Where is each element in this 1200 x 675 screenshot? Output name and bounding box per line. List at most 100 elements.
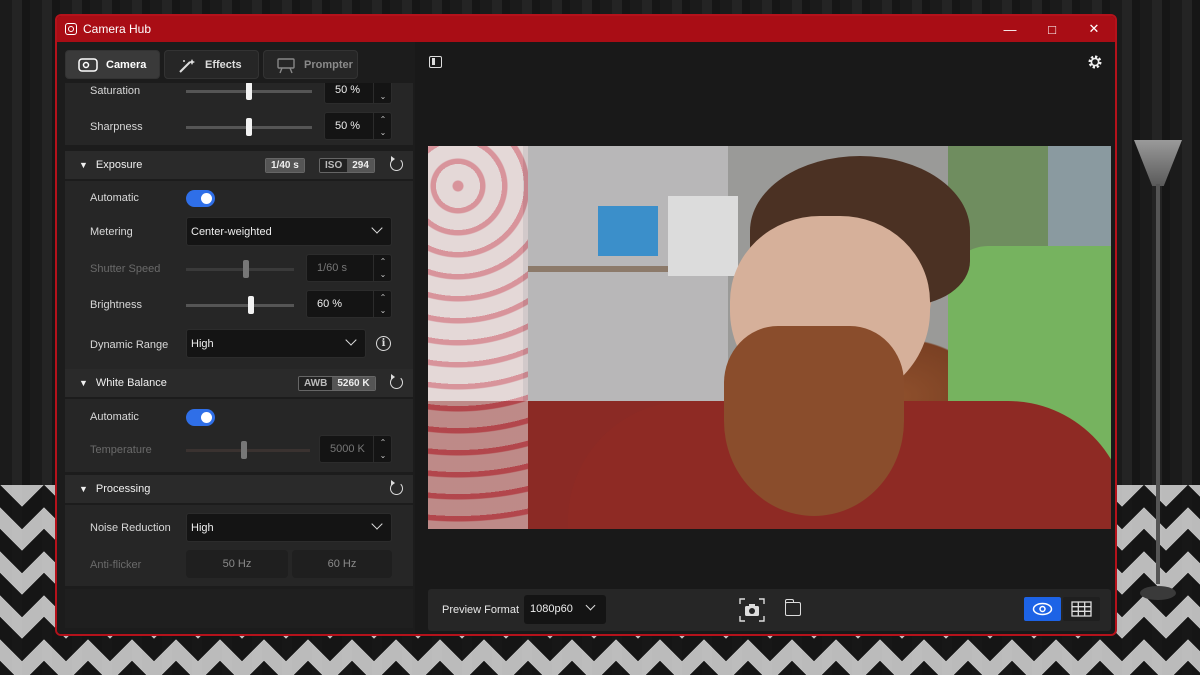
saturation-value: 50 %: [335, 84, 361, 96]
preview-toolbar: Preview Format 1080p60: [428, 589, 1111, 631]
shutter-speed-slider[interactable]: [186, 268, 294, 271]
tab-camera-label: Camera: [106, 58, 147, 71]
sharpness-slider-thumb[interactable]: [246, 118, 252, 136]
panel-footer-spacer: [65, 589, 413, 628]
shutter-speed-label: Shutter Speed: [90, 263, 161, 275]
processing-section-header[interactable]: ▼ Processing: [65, 475, 413, 503]
exposure-reset-icon[interactable]: [390, 156, 403, 171]
metering-row: Metering Center-weighted: [65, 215, 413, 246]
close-button[interactable]: ✕: [1073, 16, 1115, 42]
noise-reduction-select[interactable]: High: [186, 513, 392, 542]
gear-icon[interactable]: [1087, 54, 1103, 70]
snapshot-camera-icon[interactable]: [739, 598, 765, 622]
chevron-down-icon[interactable]: ⌄: [374, 449, 392, 462]
chevron-down-icon: [371, 518, 383, 530]
collapse-panel-icon[interactable]: [429, 56, 442, 68]
minimize-button[interactable]: —: [989, 16, 1031, 42]
shutter-speed-input[interactable]: 1/60 s ⌃ ⌄: [306, 254, 392, 282]
anti-flicker-row: Anti-flicker 50 Hz 60 Hz: [65, 550, 413, 580]
saturation-row: Saturation 50 % ⌃ ⌄: [65, 83, 413, 106]
tab-effects[interactable]: Effects: [164, 50, 259, 79]
chevron-down-icon: [345, 334, 357, 346]
collapse-triangle-icon: ▼: [79, 484, 88, 494]
preview-format-value: 1080p60: [530, 603, 573, 615]
chevron-down-icon[interactable]: ⌄: [374, 304, 392, 317]
metering-label: Metering: [90, 226, 133, 238]
brightness-slider[interactable]: [186, 304, 294, 307]
sharpness-row: Sharpness 50 % ⌃ ⌄: [65, 112, 413, 142]
dynamic-range-value: High: [191, 338, 214, 350]
eye-icon: [1032, 602, 1053, 616]
iso-badge: ISO 294: [319, 158, 375, 173]
dynamic-range-label: Dynamic Range: [90, 339, 169, 351]
saturation-slider-thumb[interactable]: [246, 83, 252, 100]
folder-icon[interactable]: [784, 599, 801, 616]
saturation-input[interactable]: 50 % ⌃ ⌄: [324, 83, 392, 104]
shutter-speed-value: 1/60 s: [317, 262, 347, 274]
processing-title: Processing: [95, 483, 151, 495]
preview-format-label: Preview Format: [442, 604, 520, 616]
brightness-value: 60 %: [317, 298, 343, 310]
anti-flicker-60hz-button[interactable]: 60 Hz: [292, 550, 392, 578]
brightness-slider-thumb[interactable]: [248, 296, 254, 314]
tab-prompter[interactable]: Prompter: [263, 50, 358, 79]
temperature-input[interactable]: 5000 K ⌃ ⌄: [319, 435, 392, 463]
noise-reduction-value: High: [191, 522, 214, 534]
eye-view-button[interactable]: [1024, 597, 1061, 621]
collapse-triangle-icon: ▼: [79, 160, 88, 170]
chevron-up-icon[interactable]: ⌃: [374, 113, 392, 126]
shutter-speed-slider-thumb[interactable]: [243, 260, 249, 278]
wb-automatic-toggle[interactable]: [186, 409, 215, 426]
white-balance-reset-icon[interactable]: [390, 374, 403, 389]
noise-reduction-label: Noise Reduction: [90, 522, 171, 534]
metering-select[interactable]: Center-weighted: [186, 217, 392, 246]
anti-flicker-50hz-button[interactable]: 50 Hz: [186, 550, 288, 578]
dynamic-range-select[interactable]: High: [186, 329, 366, 358]
maximize-button[interactable]: □: [1031, 16, 1073, 42]
metering-value: Center-weighted: [191, 226, 272, 238]
temperature-slider-thumb[interactable]: [241, 441, 247, 459]
processing-reset-icon[interactable]: [390, 480, 403, 495]
chevron-down-icon[interactable]: ⌄: [374, 268, 392, 281]
wb-automatic-row: Automatic: [65, 402, 413, 432]
sharpness-input[interactable]: 50 % ⌃ ⌄: [324, 112, 392, 140]
camera-icon: [78, 57, 98, 72]
chevron-down-icon[interactable]: ⌄: [374, 90, 392, 103]
chevron-down-icon[interactable]: ⌄: [374, 126, 392, 139]
info-icon[interactable]: i: [376, 336, 391, 351]
exposure-section-body: Automatic Metering Center-weighted Shutt…: [65, 181, 413, 383]
shutter-badge: 1/40 s: [265, 158, 305, 173]
grid-view-button[interactable]: [1063, 597, 1100, 621]
shutter-speed-row: Shutter Speed 1/60 s ⌃ ⌄: [65, 254, 413, 284]
preview-format-select[interactable]: 1080p60: [524, 595, 606, 624]
chevron-down-icon: [371, 222, 383, 234]
sharpness-label: Sharpness: [90, 121, 143, 133]
temperature-value: 5000 K: [330, 443, 365, 455]
chevron-up-icon[interactable]: ⌃: [374, 436, 392, 449]
tab-camera[interactable]: Camera: [65, 50, 160, 79]
white-balance-section-header[interactable]: ▼ White Balance AWB 5260 K: [65, 369, 413, 397]
chevron-down-icon: [585, 600, 596, 611]
temperature-row: Temperature 5000 K ⌃ ⌄: [65, 435, 413, 465]
brightness-input[interactable]: 60 % ⌃ ⌄: [306, 290, 392, 318]
exposure-automatic-toggle[interactable]: [186, 190, 215, 207]
sharpness-value: 50 %: [335, 120, 361, 132]
exposure-automatic-row: Automatic: [65, 183, 413, 213]
dynamic-range-row: Dynamic Range High i: [65, 328, 413, 358]
chevron-up-icon[interactable]: ⌃: [374, 83, 392, 90]
brightness-row: Brightness 60 % ⌃ ⌄: [65, 290, 413, 320]
chevron-up-icon[interactable]: ⌃: [374, 255, 392, 268]
settings-scroll-area[interactable]: Saturation 50 % ⌃ ⌄ Sharpness 50 % ⌃ ⌄ ▼…: [65, 83, 413, 628]
exposure-section-header[interactable]: ▼ Exposure 1/40 s ISO 294: [65, 151, 413, 179]
awb-badge: AWB 5260 K: [298, 376, 376, 391]
white-balance-section-body: Automatic Temperature 5000 K ⌃ ⌄: [65, 399, 413, 472]
title-bar[interactable]: Camera Hub — □ ✕: [57, 16, 1115, 42]
processing-section-body: Noise Reduction High Anti-flicker 50 Hz …: [65, 505, 413, 586]
wb-automatic-label: Automatic: [90, 411, 139, 423]
noise-reduction-row: Noise Reduction High: [65, 513, 413, 543]
tab-prompter-label: Prompter: [304, 58, 353, 71]
temperature-slider[interactable]: [186, 449, 310, 452]
chevron-up-icon[interactable]: ⌃: [374, 291, 392, 304]
camera-preview: [428, 146, 1111, 529]
tab-effects-label: Effects: [205, 58, 242, 71]
